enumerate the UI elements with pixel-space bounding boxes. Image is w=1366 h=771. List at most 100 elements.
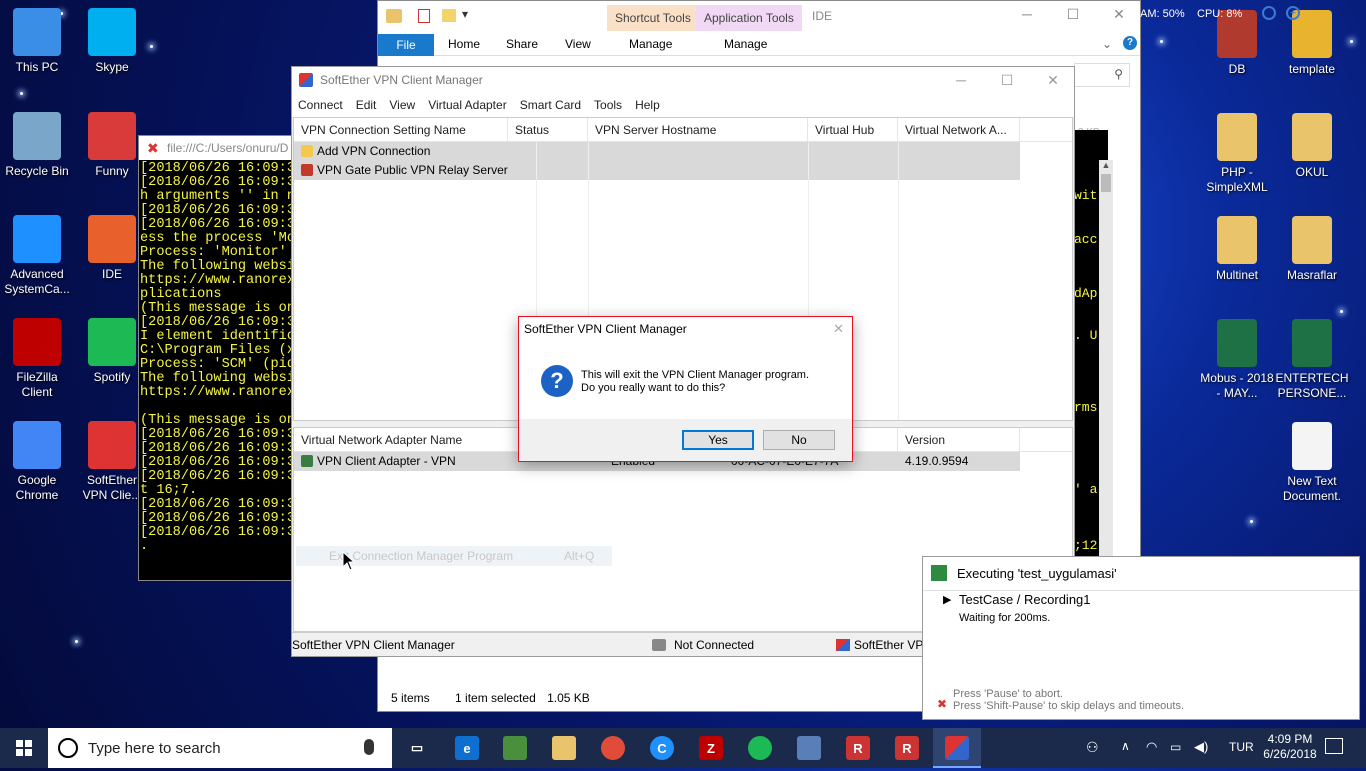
scrollbar[interactable]: ▲ <box>1099 160 1113 560</box>
col-version[interactable]: Version <box>898 428 1020 451</box>
scroll-up-icon[interactable]: ▲ <box>1099 160 1113 170</box>
file-explorer-icon[interactable] <box>552 736 576 760</box>
chrome-icon[interactable] <box>601 736 625 760</box>
yes-button[interactable]: Yes <box>682 430 754 450</box>
battery-icon[interactable]: ▭ <box>1170 740 1181 754</box>
search-box[interactable]: ⚲ <box>1074 63 1130 87</box>
scroll-thumb[interactable] <box>1101 174 1111 192</box>
gauge-icon[interactable] <box>1262 6 1276 20</box>
vpn-title-bar[interactable]: SoftEther VPN Client Manager ─ ☐ ✕ <box>292 67 1074 93</box>
ranorex-icon[interactable]: R <box>846 736 870 760</box>
help-icon[interactable]: ? <box>1123 36 1137 50</box>
desktop-icon[interactable]: New Text Document. <box>1275 422 1349 504</box>
console-window[interactable]: ✖ file:///C:/Users/onuru/D [2018/06/26 1… <box>138 135 298 581</box>
col-virtual-network-adapter[interactable]: Virtual Network A... <box>898 118 1020 141</box>
tab-share[interactable]: Share <box>506 37 538 51</box>
desktop-icon[interactable]: Skype <box>75 8 149 75</box>
list-item[interactable]: VPN Gate Public VPN Relay Servers <box>294 161 1020 180</box>
minimize-icon[interactable]: ─ <box>1004 1 1050 27</box>
tab-manage-shortcut[interactable]: Manage <box>629 37 672 51</box>
desktop-icon[interactable]: Recycle Bin <box>0 112 74 179</box>
people-icon[interactable]: ⚇ <box>1086 739 1099 756</box>
tab-view[interactable]: View <box>565 37 591 51</box>
menu-edit[interactable]: Edit <box>356 98 377 112</box>
col-setting-name[interactable]: VPN Connection Setting Name <box>294 118 508 141</box>
volume-icon[interactable]: ◀) <box>1194 739 1208 755</box>
filezilla-icon[interactable]: Z <box>699 736 723 760</box>
softether-taskbar-button[interactable] <box>933 728 981 768</box>
expand-arrow-icon[interactable]: ▶ <box>943 593 951 606</box>
customize-toolbar-icon[interactable]: ▾ <box>462 7 468 21</box>
desktop-icon[interactable]: FileZilla Client <box>0 318 74 400</box>
no-button[interactable]: No <box>763 430 835 450</box>
close-icon[interactable]: ✕ <box>833 321 844 337</box>
mouse-cursor-icon <box>342 551 356 571</box>
ranorex-studio-icon[interactable]: R <box>895 736 919 760</box>
desktop-icon[interactable]: Mobus - 2018 - MAY... <box>1200 319 1274 401</box>
desktop-icon-label: OKUL <box>1295 165 1329 179</box>
desktop-icon[interactable]: template <box>1275 10 1349 77</box>
desktop-icon[interactable]: PHP - SimpleXML <box>1200 113 1274 195</box>
wifi-icon[interactable]: ◠ <box>1146 739 1157 755</box>
question-icon: ? <box>541 365 573 397</box>
explorer-title-bar[interactable]: ▾ Shortcut Tools Application Tools IDE ─… <box>378 1 1140 34</box>
menu-tools[interactable]: Tools <box>594 98 622 112</box>
clock[interactable]: 4:09 PM 6/26/2018 <box>1262 732 1318 762</box>
app-icon <box>88 112 136 160</box>
exit-confirm-dialog[interactable]: SoftEther VPN Client Manager ✕ ? This wi… <box>518 316 853 462</box>
desktop-icon[interactable]: This PC <box>0 8 74 75</box>
new-folder-icon[interactable] <box>442 9 456 22</box>
ram-usage: AM: 50% <box>1140 8 1185 20</box>
menu-help[interactable]: Help <box>635 98 660 112</box>
col-server-hostname[interactable]: VPN Server Hostname <box>588 118 808 141</box>
plus-icon[interactable]: + <box>1286 6 1300 20</box>
close-icon[interactable]: ✖ <box>147 136 159 160</box>
edge-icon[interactable]: e <box>455 736 479 760</box>
action-center-icon[interactable] <box>1325 738 1343 754</box>
menu-view[interactable]: View <box>389 98 415 112</box>
task-view-icon[interactable]: ▭ <box>405 736 429 760</box>
chevron-up-icon[interactable]: ∧ <box>1121 739 1130 753</box>
maximize-icon[interactable]: ☐ <box>984 67 1030 93</box>
advanced-systemcare-icon[interactable]: C <box>650 736 674 760</box>
tab-home[interactable]: Home <box>448 37 480 51</box>
desktop-icon[interactable]: Google Chrome <box>0 421 74 503</box>
minimize-icon[interactable]: ─ <box>938 67 984 93</box>
console-line: acc <box>1074 232 1098 247</box>
ribbon-expand-icon[interactable]: ⌄ <box>1102 37 1112 51</box>
desktop-icon-label: FileZilla Client <box>16 370 58 399</box>
desktop-icon[interactable]: Masraflar <box>1275 216 1349 283</box>
app-icon[interactable] <box>503 736 527 760</box>
list-item[interactable]: Add VPN Connection <box>294 142 1020 161</box>
maximize-icon[interactable]: ☐ <box>1050 1 1096 27</box>
menu-connect[interactable]: Connect <box>298 98 343 112</box>
menu-virtual-adapter[interactable]: Virtual Adapter <box>428 98 507 112</box>
desktop-icon[interactable]: Advanced SystemCa... <box>0 215 74 297</box>
tab-manage-application[interactable]: Manage <box>724 37 767 51</box>
desktop-icon[interactable]: DB <box>1200 10 1274 77</box>
col-virtual-hub[interactable]: Virtual Hub <box>808 118 898 141</box>
excel-file-icon <box>1292 216 1332 264</box>
properties-icon[interactable] <box>418 9 430 23</box>
tab-file[interactable]: File <box>378 34 434 56</box>
desktop-icon[interactable]: ENTERTECH PERSONE... <box>1275 319 1349 401</box>
start-button[interactable] <box>0 728 48 768</box>
language-indicator[interactable]: TUR <box>1229 740 1254 754</box>
desktop-icon[interactable]: Multinet <box>1200 216 1274 283</box>
tab-shortcut-tools[interactable]: Shortcut Tools <box>607 5 699 31</box>
desktop-icon[interactable]: OKUL <box>1275 113 1349 180</box>
search-box[interactable]: Type here to search <box>48 728 392 768</box>
ranorex-progress-panel[interactable]: Executing 'test_uygulamasi' ▶ TestCase /… <box>922 556 1360 720</box>
disconnected-icon <box>652 639 666 651</box>
network-app-icon[interactable] <box>797 736 821 760</box>
tab-application-tools[interactable]: Application Tools <box>696 5 802 31</box>
close-icon[interactable]: ✕ <box>1096 1 1142 27</box>
close-icon[interactable]: ✕ <box>1030 67 1076 93</box>
folder-icon <box>1217 113 1257 161</box>
desktop-icon-label: Multinet <box>1215 268 1259 282</box>
menu-smart-card[interactable]: Smart Card <box>520 98 581 112</box>
console-title-bar[interactable]: ✖ file:///C:/Users/onuru/D <box>139 136 297 160</box>
spotify-icon[interactable] <box>748 736 772 760</box>
col-status[interactable]: Status <box>508 118 588 141</box>
microphone-icon[interactable] <box>364 739 374 755</box>
